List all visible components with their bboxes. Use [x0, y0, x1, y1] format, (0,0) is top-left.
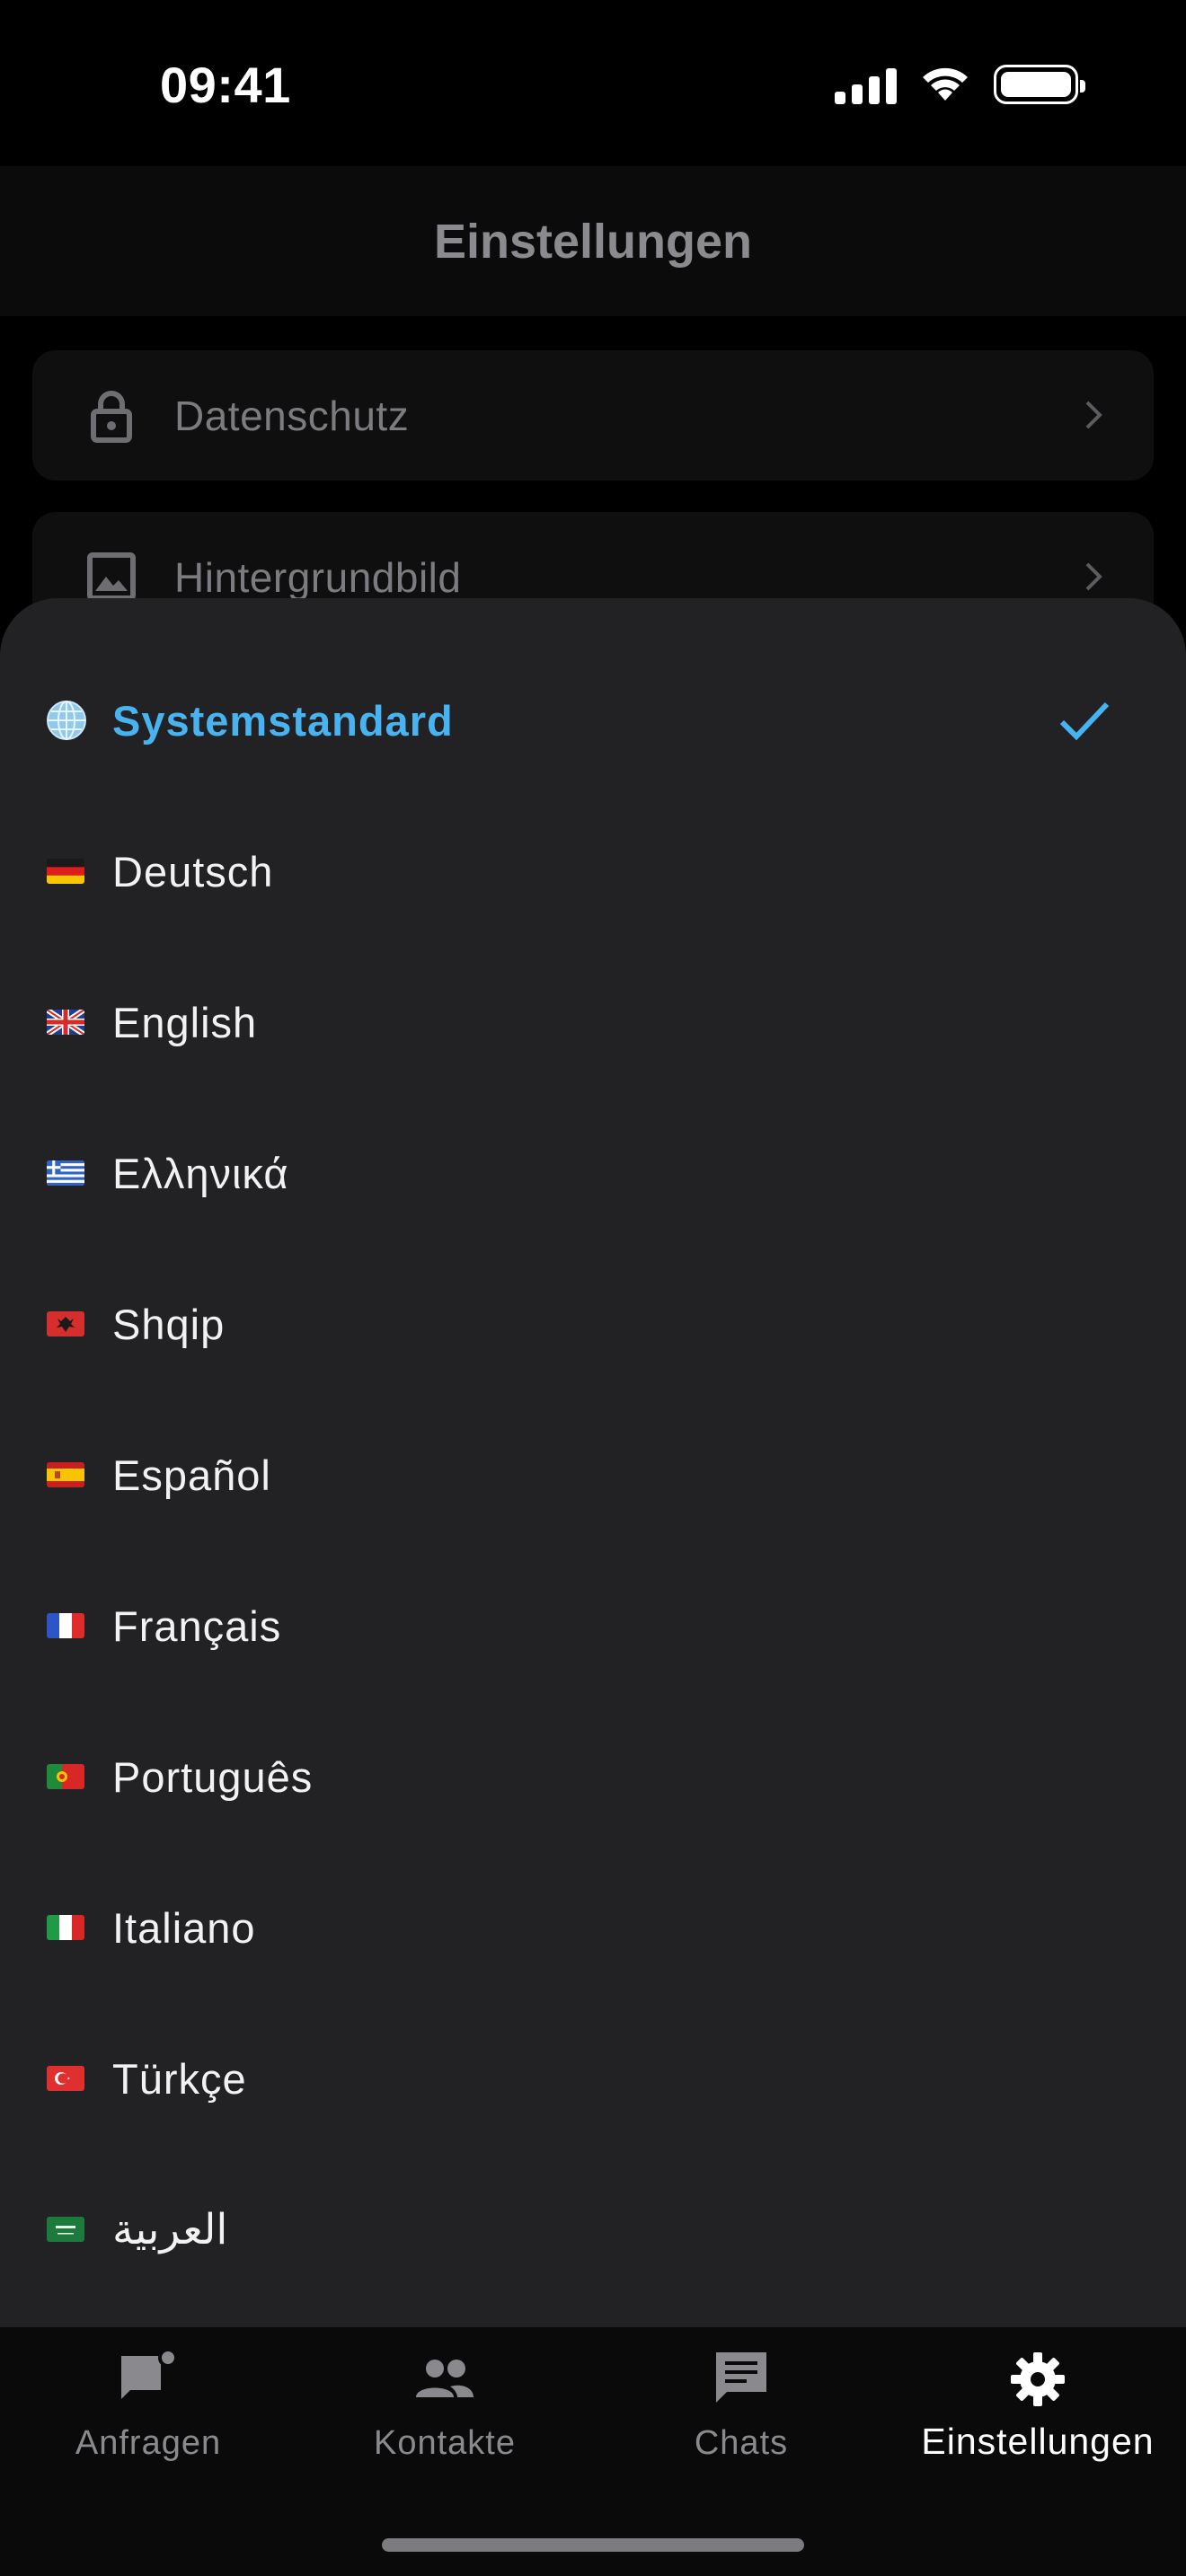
flag-gb-icon [47, 1010, 84, 1035]
flag-al-icon [47, 1311, 84, 1337]
header: Einstellungen [0, 166, 1186, 316]
status-bar: 09:41 [0, 0, 1186, 166]
language-option-label: Deutsch [112, 847, 274, 895]
language-option-italian[interactable]: Italiano [0, 1852, 1186, 2003]
image-icon [87, 552, 136, 601]
contacts-icon [416, 2360, 474, 2397]
tab-label: Chats [694, 2424, 789, 2462]
language-option-portuguese[interactable]: Português [0, 1701, 1186, 1852]
language-option-french[interactable]: Français [0, 1550, 1186, 1701]
wifi-icon [923, 67, 968, 101]
request-icon [121, 2348, 178, 2399]
language-option-label: العربية [112, 2205, 228, 2253]
globe-icon [47, 701, 86, 740]
settings-item-label: Hintergrundbild [174, 553, 462, 601]
tab-contacts[interactable]: Kontakte [296, 2327, 593, 2507]
language-option-spanish[interactable]: Español [0, 1399, 1186, 1550]
flag-fr-icon [47, 1613, 84, 1638]
language-option-label: Français [112, 1601, 282, 1650]
tab-chats[interactable]: Chats [593, 2327, 890, 2507]
lock-icon [91, 391, 132, 443]
language-option-label: Systemstandard [112, 696, 454, 745]
flag-pt-icon [47, 1764, 84, 1789]
tab-label: Einstellungen [921, 2421, 1155, 2462]
language-option-label: English [112, 998, 258, 1046]
battery-icon [994, 65, 1085, 104]
tab-settings[interactable]: Einstellungen [890, 2327, 1186, 2507]
language-option-greek[interactable]: Ελληνικά [0, 1098, 1186, 1248]
cellular-signal-icon [835, 65, 897, 104]
language-option-system-default[interactable]: Systemstandard [0, 645, 1186, 796]
language-option-label: Türkçe [112, 2054, 247, 2103]
status-icons [835, 65, 1085, 104]
language-option-label: Español [112, 1451, 271, 1499]
flag-sa-icon [47, 2217, 84, 2242]
language-option-label: Shqip [112, 1300, 226, 1348]
language-picker-sheet: Systemstandard Deutsch English Ελληνικά … [0, 598, 1186, 2327]
language-option-label: Português [112, 1752, 314, 1801]
settings-item-label: Datenschutz [174, 392, 410, 439]
language-option-albanian[interactable]: Shqip [0, 1248, 1186, 1399]
checkmark-icon [1059, 701, 1110, 741]
chat-icon [716, 2352, 766, 2403]
language-option-german[interactable]: Deutsch [0, 796, 1186, 947]
tab-label: Anfragen [75, 2424, 222, 2462]
language-option-label: Ελληνικά [112, 1149, 289, 1197]
chevron-right-icon [1085, 562, 1102, 591]
settings-item-privacy[interactable]: Datenschutz [32, 350, 1154, 481]
flag-tr-icon [47, 2066, 84, 2091]
page-title: Einstellungen [433, 214, 753, 269]
flag-es-icon [47, 1462, 84, 1487]
language-option-arabic[interactable]: العربية [0, 2154, 1186, 2305]
language-option-english[interactable]: English [0, 947, 1186, 1098]
language-option-label: Italiano [112, 1903, 256, 1952]
flag-de-icon [47, 859, 84, 884]
home-indicator [382, 2538, 804, 2552]
chevron-right-icon [1085, 401, 1102, 429]
flag-it-icon [47, 1915, 84, 1940]
flag-gr-icon [47, 1160, 84, 1186]
gear-icon [1011, 2352, 1065, 2406]
tab-requests[interactable]: Anfragen [0, 2327, 296, 2507]
status-time: 09:41 [160, 57, 291, 113]
tab-label: Kontakte [374, 2424, 516, 2462]
language-option-turkish[interactable]: Türkçe [0, 2003, 1186, 2154]
